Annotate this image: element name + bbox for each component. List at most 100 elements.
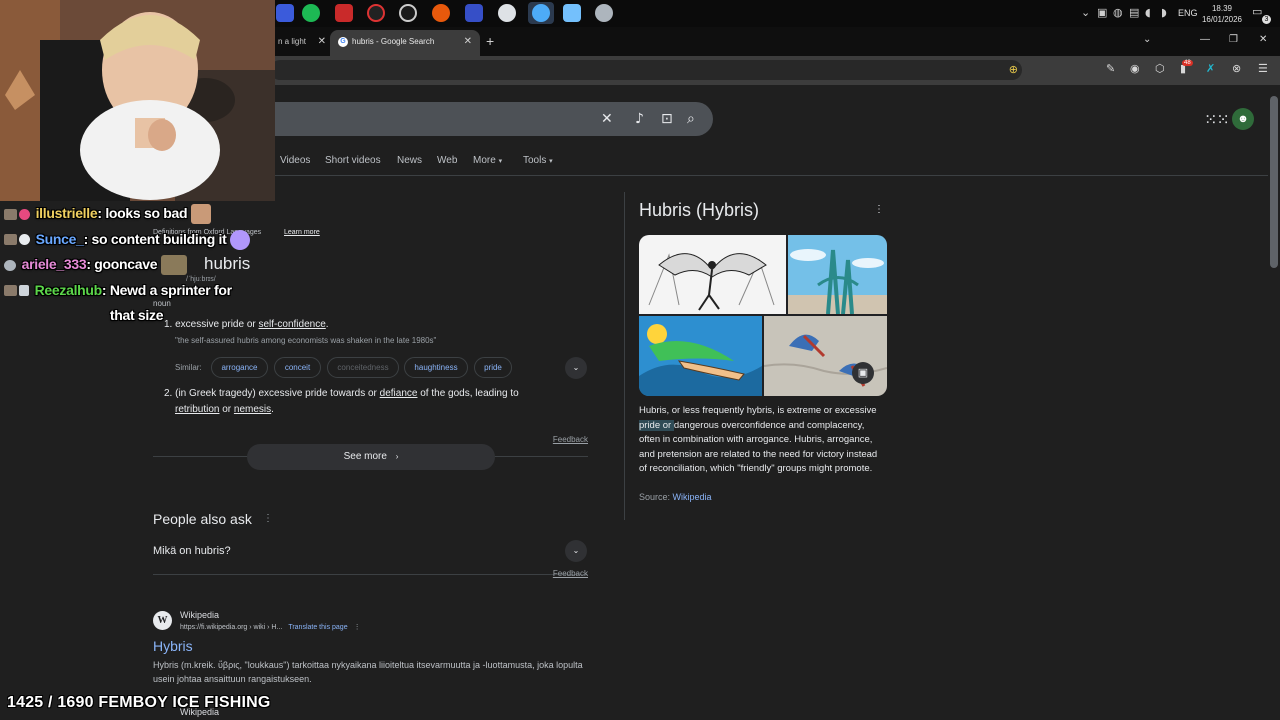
browser-tab-active[interactable]: Ghubris - Google Search ✕ [330, 30, 480, 56]
tray-icon[interactable]: ◍ [1113, 6, 1123, 19]
new-tab-button[interactable]: + [486, 33, 494, 49]
tray-icon[interactable]: ▤ [1129, 6, 1139, 19]
language-indicator[interactable]: ENG [1178, 8, 1198, 18]
speaker-icon[interactable]: ◗ [1161, 6, 1167, 19]
lens-icon[interactable]: ⊡ [661, 111, 673, 127]
wrench-icon[interactable]: ✎ [1106, 62, 1115, 75]
chat-emote-icon [190, 204, 211, 225]
feedback-link[interactable]: Feedback [540, 569, 588, 578]
account-avatar[interactable]: ☻ [1232, 108, 1254, 130]
taskbar-app-icon[interactable] [563, 4, 581, 22]
definition-link[interactable]: retribution [175, 404, 219, 415]
tab-news[interactable]: News [397, 155, 422, 166]
volume-icon[interactable]: ◖ [1145, 6, 1151, 19]
icarus-flight-image[interactable] [764, 316, 887, 396]
more-options-icon[interactable]: ⋮ [263, 513, 273, 524]
taskbar-app-icon[interactable] [399, 4, 417, 22]
tab-search-icon[interactable]: ⌄ [1143, 34, 1151, 45]
taskbar-app-icon[interactable] [595, 4, 613, 22]
feedback-link[interactable]: Feedback [540, 435, 588, 444]
taskbar-app-icon[interactable] [367, 4, 385, 22]
similar-chip[interactable]: pride [474, 357, 512, 378]
result-url-text[interactable]: https://fi.wikipedia.org › wiki › H... [180, 624, 282, 631]
definition-2: 2. (in Greek tragedy) excessive pride to… [164, 386, 574, 418]
definition-link[interactable]: nemesis [234, 404, 271, 415]
tab-more-label: More [473, 155, 496, 166]
search-box[interactable]: ✕ ♪ ⊡ ⌕ [265, 102, 713, 136]
similar-chip[interactable]: conceitedness [327, 357, 399, 378]
chevron-up-icon[interactable]: ⌄ [1081, 6, 1090, 19]
chat-badge-icon [4, 234, 17, 246]
chat-username: illustrielle [35, 205, 98, 221]
notification-icon[interactable]: ▭ 3 [1252, 5, 1271, 24]
close-window-button[interactable]: ✕ [1259, 34, 1267, 45]
stream-goal-text: 1425 / 1690 FEMBOY ICE FISHING [7, 694, 271, 711]
search-icon[interactable]: ⌕ [687, 111, 695, 127]
clock-date: 16/01/2026 [1201, 15, 1243, 24]
browser-tab[interactable]: n a light ✕ [270, 30, 328, 56]
google-apps-icon[interactable]: ⁙⁙ [1204, 110, 1230, 130]
page-scrollbar-thumb[interactable] [1270, 96, 1278, 268]
see-more-label: See more [343, 451, 387, 462]
clear-search-icon[interactable]: ✕ [601, 111, 613, 127]
tray-icon[interactable]: ▣ [1097, 6, 1107, 19]
tab-tools[interactable]: Tools ▾ [523, 155, 553, 166]
stream-chat-overlay: illustrielle: looks so bad Sunce_: so co… [4, 201, 274, 329]
tab-videos[interactable]: Videos [280, 155, 310, 166]
chat-badge-icon [4, 285, 17, 297]
taskbar-app-icon[interactable] [276, 4, 294, 22]
see-more-button[interactable]: See more › [247, 444, 495, 470]
chat-username: ariele_333 [21, 256, 87, 272]
firefox-icon[interactable] [432, 4, 450, 22]
similar-chip[interactable]: haughtiness [404, 357, 468, 378]
browser-taskbar-icon[interactable] [532, 4, 550, 22]
paa-question[interactable]: Mikä on hubris? [153, 545, 231, 557]
taskbar-app-icon[interactable] [498, 4, 516, 22]
puzzle-icon[interactable]: ⬡ [1155, 62, 1165, 75]
tab-short-videos[interactable]: Short videos [325, 155, 381, 166]
minimize-button[interactable]: — [1200, 34, 1210, 45]
tab-close-icon[interactable]: ✕ [318, 30, 326, 53]
taskbar-app-icon[interactable] [465, 4, 483, 22]
result-snippet: Hybris (m.kreik. ὕβρις, "loukkaus") tark… [153, 660, 583, 684]
similar-chip[interactable]: conceit [274, 357, 321, 378]
expand-similar-chevron-icon[interactable]: ⌄ [565, 357, 587, 379]
extension-icon[interactable]: ✗ [1206, 62, 1215, 75]
definition-link[interactable]: defiance [380, 388, 418, 399]
more-options-icon[interactable]: ⋮ [874, 204, 884, 215]
tab-web[interactable]: Web [437, 155, 457, 166]
knowledge-panel-description: Hubris, or less frequently hybris, is ex… [639, 404, 887, 477]
chat-username: Reezalhub [34, 281, 103, 298]
heart-badge-icon [19, 208, 30, 220]
view-images-icon[interactable]: ▣ [852, 362, 874, 384]
highlighted-text: pride or [639, 419, 674, 431]
translate-link[interactable]: Translate this page [288, 624, 347, 631]
similar-chip[interactable]: arrogance [211, 357, 268, 378]
result-site-name[interactable]: Wikipedia [180, 610, 219, 620]
result-url: https://fi.wikipedia.org › wiki › H... Tr… [180, 623, 361, 631]
source-link[interactable]: Wikipedia [673, 492, 712, 502]
browser-menu-icon[interactable]: ☰ [1258, 62, 1268, 75]
icarus-painting-image[interactable] [639, 316, 762, 396]
taskbar-app-icon[interactable] [335, 4, 353, 22]
globe-icon[interactable]: ⊕ [1009, 63, 1018, 76]
icarus-sketch-image[interactable] [639, 235, 786, 314]
result-options-icon[interactable]: ⋮ [354, 624, 361, 631]
knowledge-panel-images[interactable] [639, 235, 887, 396]
expand-question-chevron-icon[interactable]: ⌄ [565, 540, 587, 562]
spotify-icon[interactable] [302, 4, 320, 22]
extension-icon[interactable]: ⊗ [1232, 62, 1241, 75]
system-clock[interactable]: 18.39 16/01/2026 [1200, 3, 1244, 25]
knowledge-panel-divider [624, 192, 625, 520]
tab-more[interactable]: More ▾ [473, 155, 502, 166]
mic-icon[interactable]: ♪ [635, 111, 644, 127]
extension-icon[interactable]: ◉ [1130, 62, 1140, 75]
result-title-link[interactable]: Hybris [153, 638, 193, 654]
address-bar[interactable]: ⊕ [270, 60, 1022, 80]
tab-close-icon[interactable]: ✕ [464, 30, 472, 53]
source-label: Source: [639, 492, 673, 502]
learn-more-link[interactable]: Learn more [284, 229, 320, 236]
chat-text: looks so bad [105, 205, 188, 221]
statue-image[interactable] [788, 235, 887, 314]
restore-button[interactable]: ❐ [1229, 34, 1238, 45]
